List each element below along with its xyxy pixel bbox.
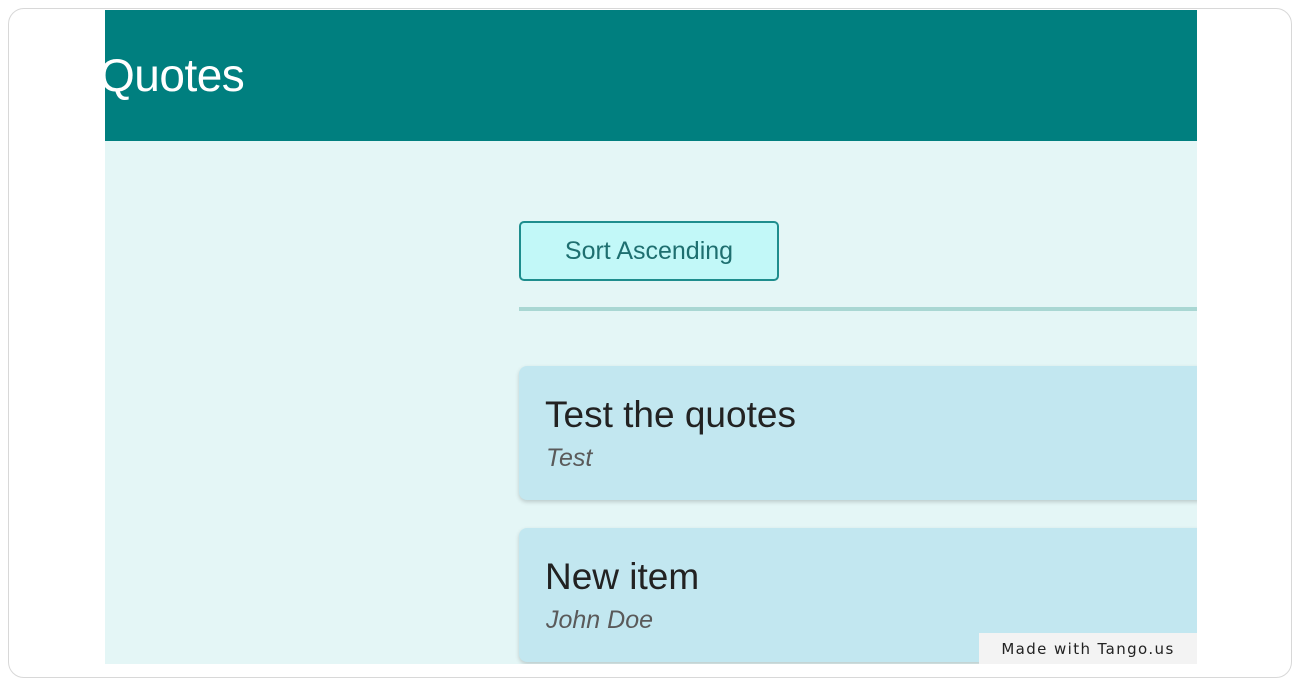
- sort-ascending-button[interactable]: Sort Ascending: [519, 221, 779, 281]
- app-header: Quotes: [105, 10, 1197, 141]
- quote-author: Test: [546, 444, 593, 472]
- quote-text: New item: [545, 556, 700, 597]
- divider: [519, 307, 1197, 311]
- app-viewport: Quotes Sort Ascending Test the quotes Te…: [105, 10, 1197, 664]
- page-title: Quotes: [105, 49, 245, 101]
- quote-text: Test the quotes: [545, 394, 796, 435]
- tango-watermark: Made with Tango.us: [979, 633, 1197, 664]
- quote-card[interactable]: Test the quotes Test: [519, 366, 1197, 500]
- quote-author: John Doe: [546, 606, 654, 634]
